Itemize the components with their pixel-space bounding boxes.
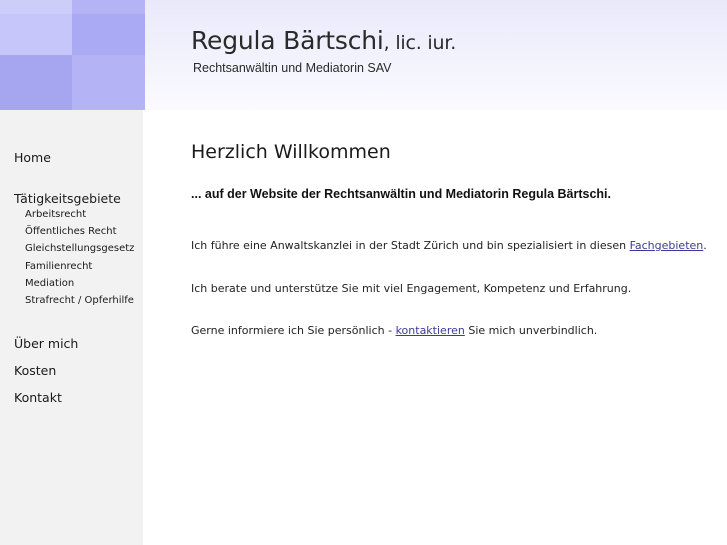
- page-title: Herzlich Willkommen: [191, 141, 391, 163]
- paragraph-1-text: Ich führe eine Anwaltskanzlei in der Sta…: [191, 239, 630, 252]
- site-subtitle: Rechtsanwältin und Mediatorin SAV: [193, 61, 392, 75]
- paragraph-1: Ich führe eine Anwaltskanzlei in der Sta…: [191, 239, 707, 252]
- paragraph-2: Ich berate und unterstütze Sie mit viel …: [191, 282, 632, 295]
- nav-sub-gleichstellungsgesetz[interactable]: Gleichstellungsgesetz: [25, 243, 134, 254]
- nav-sub-arbeitsrecht[interactable]: Arbeitsrecht: [25, 209, 86, 220]
- logo-block: [0, 0, 145, 110]
- kontaktieren-link[interactable]: kontaktieren: [396, 324, 465, 337]
- fachgebieten-link[interactable]: Fachgebieten: [630, 239, 704, 252]
- site-title-name: Regula Bärtschi: [191, 26, 384, 55]
- nav-item-kontakt[interactable]: Kontakt: [14, 390, 62, 405]
- site-title: Regula Bärtschi, lic. iur.: [191, 26, 456, 55]
- site-title-suffix: , lic. iur.: [383, 32, 457, 54]
- sidebar: [0, 110, 143, 545]
- logo-square: [0, 55, 72, 110]
- nav-item-taetigkeitsgebiete[interactable]: Tätigkeitsgebiete: [14, 191, 121, 206]
- nav-item-ueber-mich[interactable]: Über mich: [14, 336, 78, 351]
- paragraph-3-text: Gerne informiere ich Sie persönlich -: [191, 324, 396, 337]
- paragraph-3-end: Sie mich unverbindlich.: [464, 324, 598, 337]
- nav-sub-strafrecht-opferhilfe[interactable]: Strafrecht / Opferhilfe: [25, 295, 134, 306]
- header-band: [145, 0, 727, 110]
- lead-text: ... auf der Website der Rechtsanwältin u…: [191, 187, 611, 201]
- logo-square: [72, 55, 145, 110]
- paragraph-1-end: .: [703, 239, 707, 252]
- nav-item-kosten[interactable]: Kosten: [14, 363, 56, 378]
- nav-sub-oeffentliches-recht[interactable]: Öffentliches Recht: [25, 226, 117, 237]
- paragraph-3: Gerne informiere ich Sie persönlich - ko…: [191, 324, 597, 337]
- nav-sub-familienrecht[interactable]: Familienrecht: [25, 261, 92, 272]
- nav-sub-mediation[interactable]: Mediation: [25, 278, 74, 289]
- nav-item-home[interactable]: Home: [14, 150, 51, 165]
- logo-highlight: [0, 0, 145, 14]
